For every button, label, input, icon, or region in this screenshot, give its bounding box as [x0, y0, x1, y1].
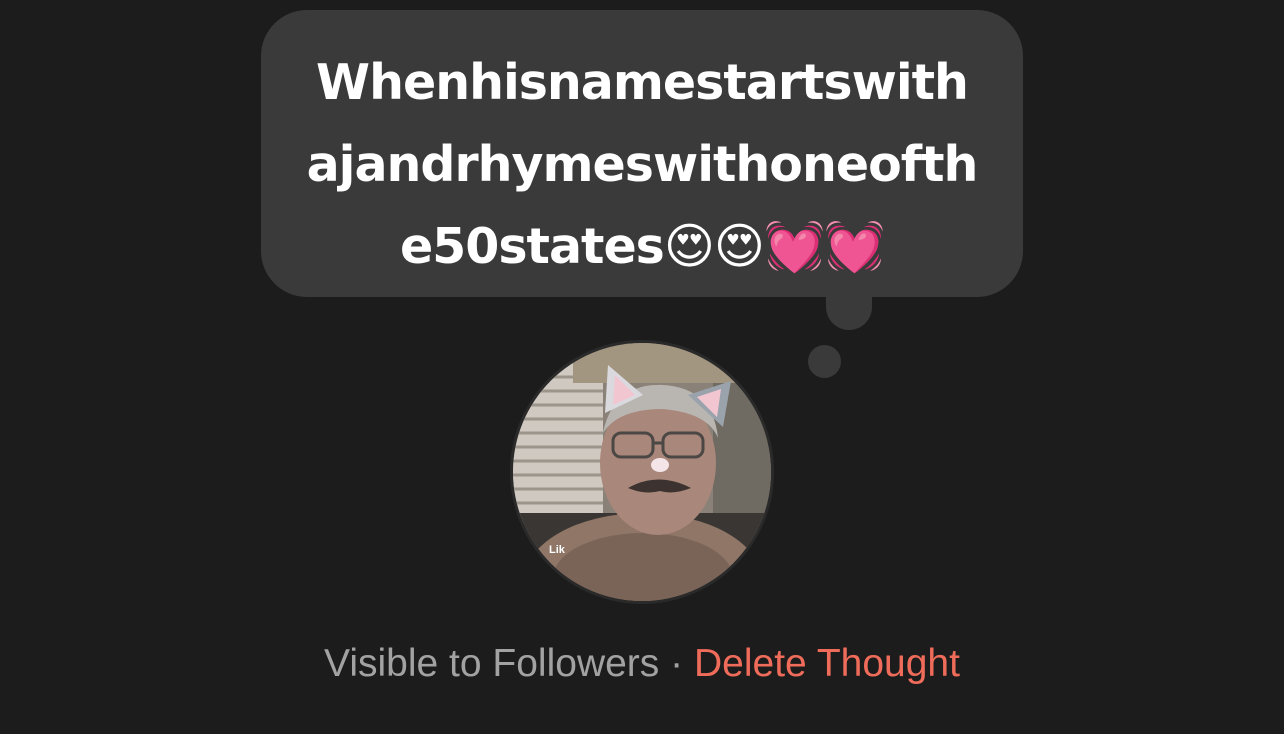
delete-thought-button[interactable]: Delete Thought	[694, 642, 960, 685]
avatar[interactable]: Lik	[510, 340, 774, 604]
thought-screen: Whenhisnamestartswithajandrhymeswithoneo…	[0, 0, 1284, 734]
avatar-photo: Lik	[513, 343, 771, 601]
avatar-overlay-text: Lik	[549, 544, 566, 556]
thought-text: Whenhisnamestartswithajandrhymeswithoneo…	[306, 54, 979, 275]
thought-bubble-dot	[808, 345, 841, 378]
thought-bubble-tail	[826, 282, 872, 330]
visibility-label[interactable]: Visible to Followers	[324, 642, 659, 685]
thought-bubble[interactable]: Whenhisnamestartswithajandrhymeswithoneo…	[261, 10, 1023, 297]
thought-footer: Visible to Followers · Delete Thought	[0, 636, 1284, 692]
separator-dot: ·	[670, 642, 684, 685]
